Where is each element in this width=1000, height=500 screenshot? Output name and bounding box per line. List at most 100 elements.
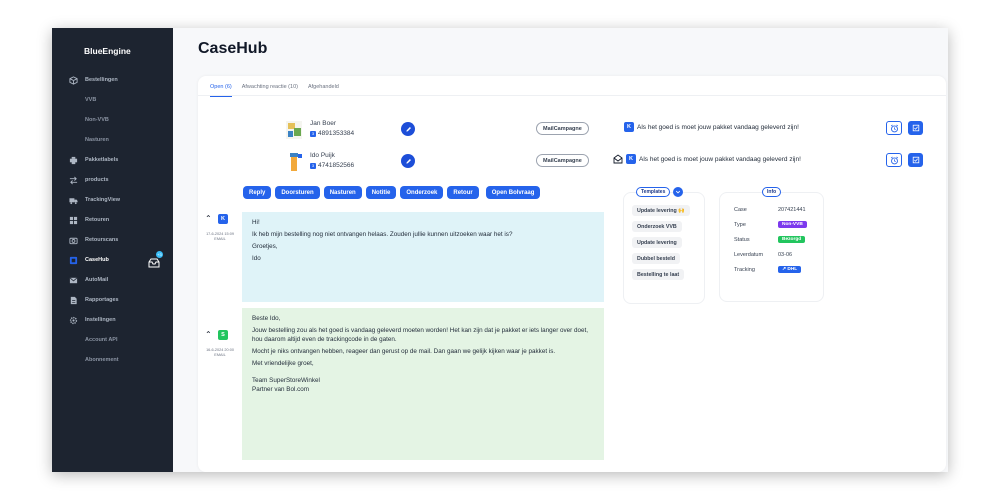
sidebar-item-label: AutoMail (85, 277, 109, 283)
phone-number: 4741852566 (318, 162, 355, 169)
sidebar-item-rapportages[interactable]: Rapportages (52, 293, 173, 307)
templates-panel: Templates Update levering 🙌 Onderzoek VV… (623, 187, 705, 304)
info-header: Info (762, 187, 782, 197)
resend-button[interactable]: Nasturen (323, 186, 362, 199)
pencil-icon (405, 158, 411, 164)
action-toolbar: Reply Doorsturen Nasturen Notitie Onderz… (243, 186, 541, 199)
resolve-button[interactable] (908, 153, 923, 167)
status-badge: Bezorgd (778, 236, 806, 243)
collapse-icon[interactable]: ⌃ (205, 214, 212, 223)
cube-icon (69, 75, 78, 85)
message-line: Jouw bestelling zou als het goed is vand… (252, 327, 589, 343)
return-button[interactable]: Retour (447, 186, 479, 199)
message-line: Mocht je niks ontvangen hebben, reageer … (252, 348, 556, 355)
note-button[interactable]: Notitie (365, 186, 397, 199)
sidebar-item-label: CaseHub (85, 257, 109, 263)
sidebar-item-bestellingen[interactable]: Bestellingen (52, 73, 173, 87)
forward-button[interactable]: Doorsturen (275, 186, 320, 199)
case-row[interactable]: Jan Boer 3 4891353384 MailCampagne K Als… (284, 117, 944, 143)
template-item[interactable]: Update levering (632, 237, 682, 248)
sidebar-item-trackingview[interactable]: TrackingView (52, 193, 173, 207)
main-content: CaseHub Open (6) Afwachting reactie (10)… (173, 28, 948, 472)
sidebar-item-label: Non-VVB (85, 117, 109, 123)
snooze-button[interactable] (886, 121, 902, 135)
sidebar-item-abonnement[interactable]: Abonnement (52, 353, 173, 367)
sidebar-item-label: Retourscans (85, 237, 119, 243)
reply-button[interactable]: Reply (243, 186, 272, 199)
message-line: Beste Ido, (252, 315, 281, 322)
snooze-button[interactable] (886, 153, 902, 167)
truck-icon (69, 196, 78, 205)
sidebar-item-label: VVB (85, 97, 97, 103)
message-line: Met vriendelijke groet, (252, 360, 314, 367)
last-message-text: Als het goed is moet jouw pakket vandaag… (637, 123, 799, 131)
chevron-down-icon[interactable] (673, 187, 684, 197)
pencil-icon (405, 126, 411, 132)
collapse-icon[interactable]: ⌃ (205, 330, 212, 339)
sidebar-item-label: products (85, 177, 109, 183)
sidebar-item-nasturen[interactable]: Nasturen (52, 133, 173, 147)
open-bolvraag-button[interactable]: Open Bolvraag (485, 186, 541, 199)
sidebar-item-label: Rapportages (85, 297, 119, 303)
product-thumbnail (284, 151, 304, 173)
info-label: Status (734, 237, 750, 243)
last-message: K Als het goed is moet jouw pakket vanda… (613, 154, 801, 164)
case-row[interactable]: Ido Puijk 3 4741852566 MailCampagne K Al… (284, 149, 944, 175)
resolve-button[interactable] (908, 121, 923, 135)
sidebar-item-instellingen[interactable]: Instellingen (52, 313, 173, 327)
casehub-card: Open (6) Afwachting reactie (10) Afgehan… (198, 76, 946, 472)
sidebar-item-pakketlabels[interactable]: Pakketlabels (52, 153, 173, 167)
sidebar-item-automail[interactable]: AutoMail (52, 273, 173, 287)
sidebar-item-casehub[interactable]: CaseHub +3 (52, 251, 173, 268)
template-item[interactable]: Bestelling te laat (632, 269, 685, 280)
sidebar-item-label: Instellingen (85, 317, 116, 323)
inbox-icon[interactable]: +3 (148, 251, 163, 268)
message-date: 17-6-2024 15:09 EMAIL (206, 232, 234, 241)
mail-icon (69, 276, 78, 285)
message-line: Team SuperStoreWinkel (252, 377, 320, 384)
product-thumbnail (284, 119, 304, 141)
template-item[interactable]: Onderzoek VVB (632, 221, 682, 232)
sidebar-item-retourscans[interactable]: Retourscans (52, 233, 173, 247)
page-title: CaseHub (198, 40, 268, 57)
investigate-button[interactable]: Onderzoek (400, 186, 444, 199)
message-line: Ik heb mijn bestelling nog niet ontvange… (252, 231, 513, 238)
channel-badge: K (624, 122, 634, 132)
template-item[interactable]: Dubbel besteld (632, 253, 680, 264)
info-label: Tracking (734, 267, 755, 273)
camera-icon (69, 236, 78, 245)
sidebar-item-account-api[interactable]: Account API (52, 333, 173, 347)
customer-name: Jan Boer (310, 120, 337, 127)
order-count-badge: 3 (310, 130, 316, 137)
printer-icon (69, 156, 78, 165)
sidebar-item-label: Abonnement (85, 357, 119, 363)
info-label: Leverdatum (734, 252, 764, 258)
sender-avatar: S (218, 330, 228, 340)
last-message: K Als het goed is moet jouw pakket vanda… (624, 122, 799, 132)
sidebar-item-retouren[interactable]: Retouren (52, 213, 173, 227)
sidebar-item-non-vvb[interactable]: Non-VVB (52, 113, 173, 127)
channel-badge: K (626, 154, 636, 164)
type-badge: Non-VVB (778, 221, 807, 228)
sidebar-item-products[interactable]: products (52, 173, 173, 187)
message-line: Groetjes, (252, 243, 278, 250)
order-count-badge: 3 (310, 162, 316, 169)
tracking-link[interactable]: ↗ DHL (778, 266, 802, 273)
info-label: Case (734, 207, 747, 213)
info-panel: Info Case 207421441 Type Non-VVB Status … (719, 187, 824, 302)
edit-button[interactable] (401, 122, 415, 136)
case-number: 207421441 (778, 207, 806, 213)
phone-number: 4891353384 (318, 130, 355, 137)
sidebar-item-label: TrackingView (85, 197, 121, 203)
template-item[interactable]: Update levering 🙌 (632, 205, 690, 216)
alarm-clock-icon (890, 156, 898, 164)
sidebar-item-vvb[interactable]: VVB (52, 93, 173, 107)
open-envelope-icon (613, 154, 623, 164)
edit-button[interactable] (401, 154, 415, 168)
message-meta: ⌃ K 17-6-2024 15:09 EMAIL (202, 214, 238, 254)
casehub-icon (69, 256, 78, 265)
alarm-clock-icon (890, 124, 898, 132)
gear-icon (69, 316, 78, 325)
reply-message: Beste Ido, Jouw bestelling zou als het g… (242, 308, 604, 460)
check-icon (912, 156, 919, 164)
